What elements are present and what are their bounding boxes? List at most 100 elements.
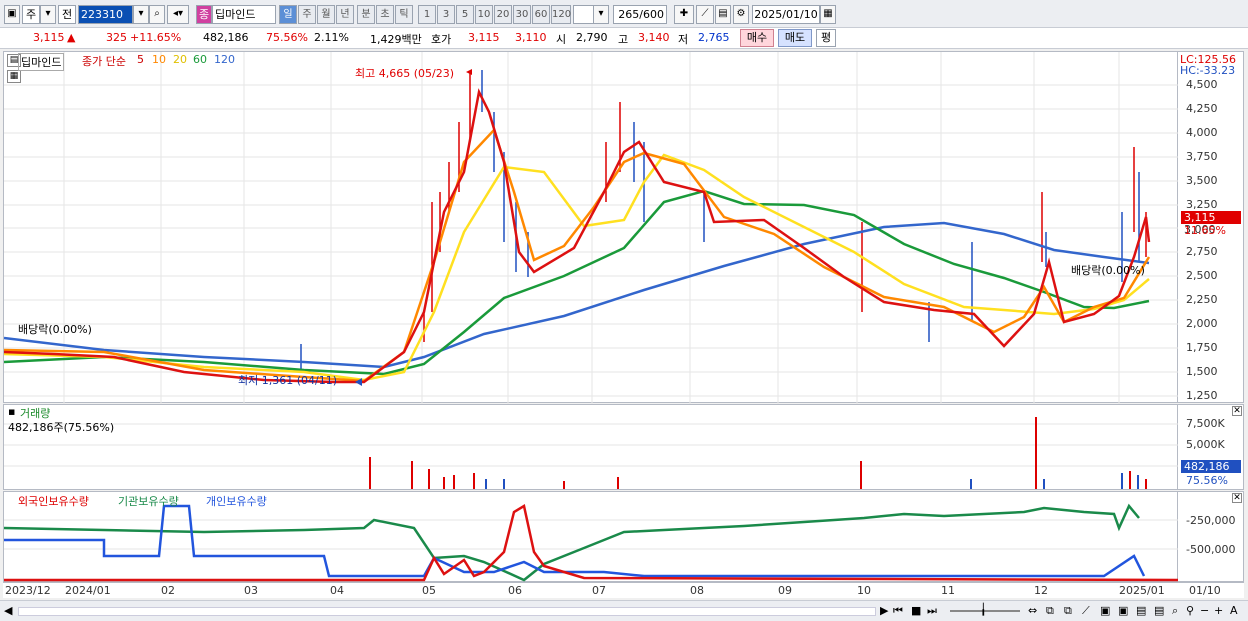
low-price: 2,765 [698,31,730,44]
close-icon[interactable]: ✕ [1232,493,1242,503]
font-size-icon[interactable]: A [1230,604,1238,617]
legend-ma20: 20 [173,53,187,66]
zoom-handle-icon[interactable]: ╽ [980,603,987,616]
fit-icon[interactable]: ⧉ [1046,604,1054,618]
close-icon[interactable]: ✕ [1232,406,1242,416]
up-arrow-icon: ▲ [67,31,76,44]
trend-tool-icon[interactable]: ⟋ [696,5,714,24]
holder-axis: ✕ -250,000 -500,000 [1178,491,1244,582]
num-1[interactable]: 1 [418,5,436,24]
stock-name[interactable]: 딥마인드 [212,5,276,24]
copy-icon[interactable]: ▣ [1100,604,1110,617]
open-label: 시 [556,33,567,46]
layout-icon[interactable]: ▣ [4,5,20,24]
high-price: 3,140 [638,31,670,44]
code-input[interactable]: 223310 [78,5,133,24]
search-icon[interactable]: ⌕ [149,5,165,24]
count-input[interactable]: 265/600 [613,5,667,24]
x-tick: 05 [422,584,436,597]
x-tick: 11 [941,584,955,597]
legend-ma10: 10 [152,53,166,66]
period-day[interactable]: 일 [279,5,297,24]
bid-price-1: 3,115 [468,31,500,44]
y-tick: -500,000 [1186,543,1236,556]
low-label: 저 [678,33,689,46]
low-annotation: 최저 1,361 (04/11) [238,374,338,387]
eval-button[interactable]: 평 [816,29,836,47]
gear-icon[interactable]: ⚙ [733,5,749,24]
x-tick: 04 [330,584,344,597]
panel-grid-icon[interactable]: ▦ [7,70,21,83]
holder-panel[interactable]: 외국인보유수량 기관보유수량 개인보유수량 [3,491,1180,582]
x-tick: 10 [857,584,871,597]
num-3[interactable]: 3 [437,5,455,24]
volume-value-line: 482,186주(75.56%) [8,421,115,434]
custom-period-dropdown-icon[interactable]: ▾ [593,5,609,24]
y-tick: 4,500 [1186,78,1218,91]
num-60[interactable]: 60 [532,5,550,24]
bid-price-2: 3,110 [515,31,547,44]
trade-amount: 1,429백만 [370,33,422,46]
volume-chart-svg [4,417,1179,489]
code-dropdown-icon[interactable]: ▾ [133,5,149,24]
x-tick: 06 [508,584,522,597]
period-second[interactable]: 초 [376,5,394,24]
brand-badge: 종 [196,5,212,24]
x-tick: 12 [1034,584,1048,597]
crosshair-icon[interactable]: ✚ [674,5,694,24]
high-marker-icon [466,69,472,75]
legend-ma60: 60 [193,53,207,66]
draw-icon[interactable]: ⟋ [1082,604,1090,618]
bottom-nav: ◀ ▶ ⏮ ■ ⏭ ╽ ⇔ ⧉ ⧉ ⟋ ▣ ▣ ▤ ▤ ⌕ ⚲ − + A [0,600,1248,621]
num-120[interactable]: 120 [551,5,571,24]
y-tick: 3,500 [1186,174,1218,187]
x-axis: 2023/12 2024/01 02 03 04 05 06 07 08 09 … [3,582,1244,598]
toolbar: ▣ 주 ▾ 전 223310 ▾ ⌕ ◂▾ 종 딥마인드 일 주 월 년 분 초… [0,0,1248,28]
num-10[interactable]: 10 [475,5,493,24]
first-icon[interactable]: ⏮ [893,604,903,618]
period-year[interactable]: 년 [336,5,354,24]
zoom-in-icon[interactable]: ⚲ [1186,604,1194,617]
num-30[interactable]: 30 [513,5,531,24]
period-week[interactable]: 주 [298,5,316,24]
print2-icon[interactable]: ▤ [1154,604,1164,617]
zoom-out-icon[interactable]: − [1200,604,1209,617]
period-dropdown[interactable]: 주 [22,5,40,24]
period-tick[interactable]: 틱 [395,5,413,24]
y-tick: 3,250 [1186,198,1218,211]
period-month[interactable]: 월 [317,5,335,24]
scroll-right-icon[interactable]: ▶ [880,604,888,617]
scroll-left-icon[interactable]: ◀ [4,604,12,617]
plus-icon[interactable]: + [1214,604,1223,617]
stop-icon[interactable]: ■ [911,604,921,617]
num-20[interactable]: 20 [494,5,512,24]
num-5[interactable]: 5 [456,5,474,24]
scrollbar[interactable] [18,607,876,616]
magnify-icon[interactable]: ⌕ [1172,604,1178,618]
buy-button[interactable]: 매수 [740,29,774,47]
x-tick: 02 [161,584,175,597]
save-icon[interactable]: ▤ [715,5,731,24]
last-icon[interactable]: ⏭ [927,604,937,618]
sell-button[interactable]: 매도 [778,29,812,47]
copy2-icon[interactable]: ▣ [1118,604,1128,617]
chevron-down-icon[interactable]: ▾ [40,5,56,24]
pan-icon[interactable]: ⇔ [1028,604,1037,617]
date-input[interactable]: 2025/01/10 [752,5,820,24]
y-tick: 5,000K [1186,438,1225,451]
overlay-icon[interactable]: ⧉ [1064,604,1072,618]
volume-panel[interactable]: ▪ 거래량 482,186주(75.56%) [3,404,1179,490]
prev-button[interactable]: 전 [58,5,76,24]
price-panel[interactable]: ▤ ▦ 딥마인드 종가 단순 5 10 20 60 120 최고 4,665 (… [3,51,1179,404]
legend-individual: 개인보유수량 [206,495,267,508]
x-tick: 2023/12 [5,584,51,597]
print-icon[interactable]: ▤ [1136,604,1146,617]
calendar-icon[interactable]: ▦ [820,5,836,24]
legend-stock-name[interactable]: 딥마인드 [18,53,65,71]
hc-value: HC:-33.23 [1180,64,1236,77]
speaker-icon[interactable]: ◂▾ [167,5,189,24]
y-tick: 2,750 [1186,245,1218,258]
period-minute[interactable]: 분 [357,5,375,24]
x-tick: 09 [778,584,792,597]
panel-menu-icon[interactable]: ▪ [8,405,18,418]
